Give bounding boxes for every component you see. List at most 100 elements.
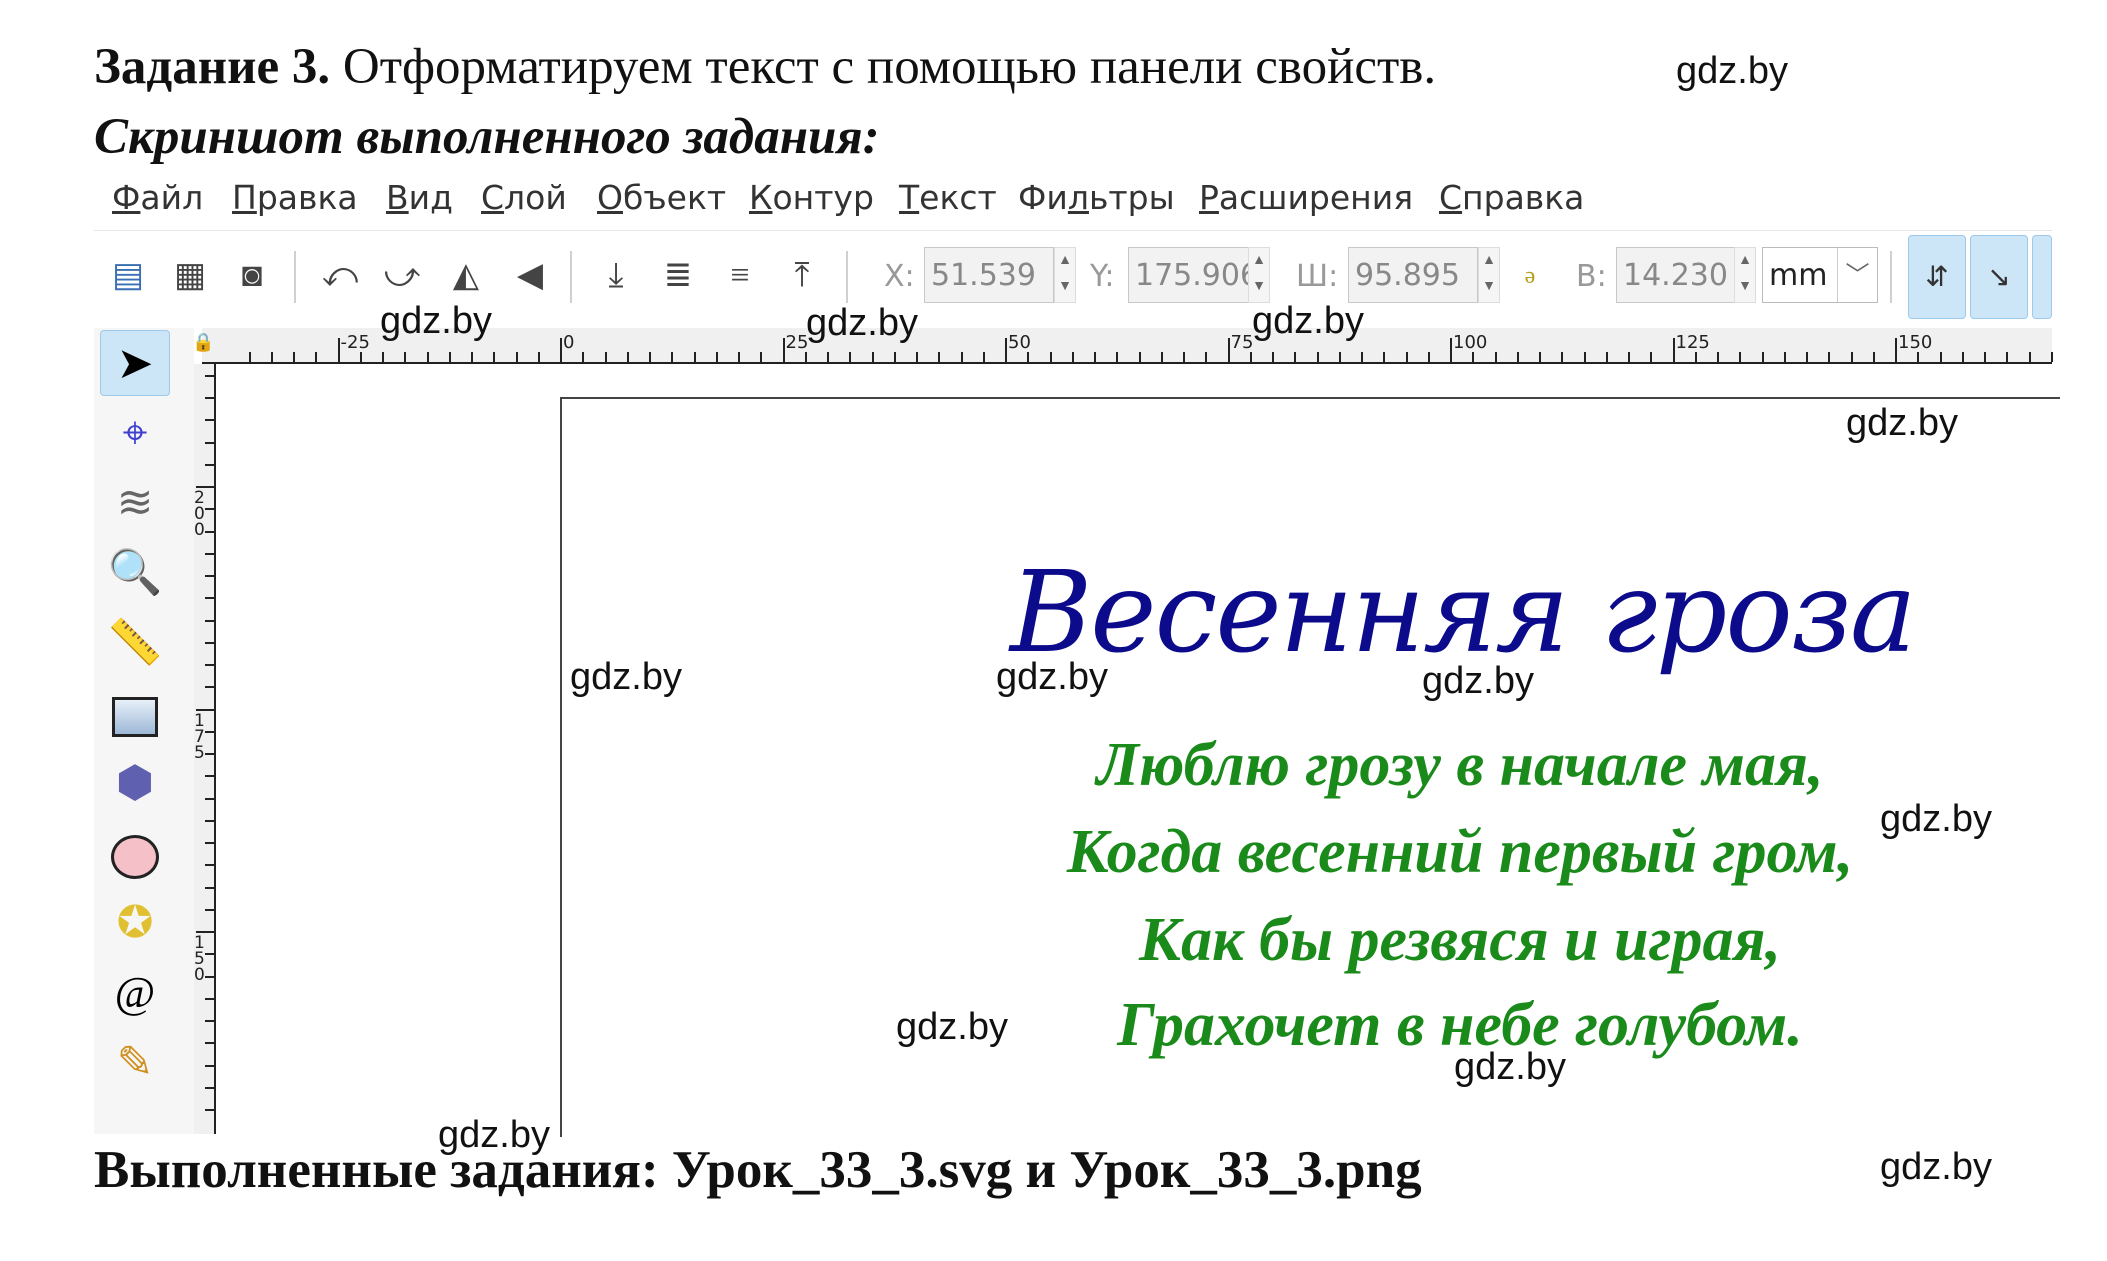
select-tool-icon[interactable]: ➤ bbox=[100, 330, 170, 396]
select-all-icon[interactable]: ▤ bbox=[106, 253, 150, 299]
y-spinner[interactable]: ▲ ▼ bbox=[1248, 247, 1270, 303]
watermark: gdz.by bbox=[438, 1114, 550, 1156]
ruler-label: 175 bbox=[194, 710, 205, 763]
menu-edit[interactable]: Правка bbox=[232, 178, 358, 217]
tweak-tool-icon[interactable]: ≋ bbox=[100, 470, 170, 536]
zoom-tool-icon[interactable]: 🔍 bbox=[100, 540, 170, 606]
poem-heading[interactable]: Весенняя гроза bbox=[1010, 548, 1917, 678]
task-label: Задание 3. bbox=[94, 39, 331, 95]
select-all-in-all-layers-icon[interactable]: ▦ bbox=[168, 253, 212, 299]
ruler-tick bbox=[1516, 352, 1519, 362]
measure-tool-icon[interactable]: 📏 bbox=[100, 610, 170, 676]
watermark: gdz.by bbox=[570, 656, 682, 698]
menu-object[interactable]: Объект bbox=[597, 178, 726, 217]
flip-vertical-icon[interactable]: ◀ bbox=[508, 253, 552, 299]
3d-box-tool-icon[interactable]: ⬢ bbox=[100, 750, 170, 816]
ruler-tick bbox=[1872, 352, 1875, 362]
poem-line[interactable]: Люблю грозу в начале мая, bbox=[860, 730, 2060, 801]
width-field[interactable]: 95.895 bbox=[1348, 247, 1478, 303]
width-spinner[interactable]: ▲ ▼ bbox=[1478, 247, 1500, 303]
ruler-tick bbox=[1071, 352, 1074, 362]
menu-layer[interactable]: Слой bbox=[481, 178, 567, 217]
rotate-ccw-icon[interactable]: ⤺ bbox=[318, 253, 362, 299]
ruler-tick bbox=[1583, 352, 1586, 362]
ruler-tick bbox=[1605, 352, 1608, 362]
ruler-tick bbox=[1383, 352, 1386, 362]
ruler-tick bbox=[1539, 352, 1541, 362]
ruler-tick bbox=[293, 352, 295, 362]
ruler-tick bbox=[1138, 352, 1141, 362]
ruler-tick bbox=[515, 352, 518, 362]
ruler-tick bbox=[604, 352, 607, 362]
ruler-tick bbox=[1895, 338, 1897, 362]
ruler-tick bbox=[205, 842, 214, 844]
ruler-tick bbox=[205, 686, 214, 689]
watermark: gdz.by bbox=[996, 656, 1108, 698]
lock-proportions-icon[interactable]: ə bbox=[1508, 253, 1552, 299]
watermark: gdz.by bbox=[806, 302, 918, 344]
ruler-tick bbox=[493, 352, 496, 362]
lower-to-bottom-icon[interactable]: ⤓ bbox=[594, 253, 638, 299]
menu-path[interactable]: Контур bbox=[749, 178, 874, 217]
menu-bar: Файл Правка Вид Слой Объект Контур Текст… bbox=[94, 178, 2052, 228]
scale-corners-toggle[interactable]: ↘ bbox=[1970, 235, 2028, 319]
star-tool-icon[interactable]: ✪ bbox=[100, 890, 170, 956]
ruler-tick bbox=[1828, 352, 1831, 362]
x-field[interactable]: 51.539 bbox=[924, 247, 1054, 303]
vertical-ruler[interactable]: 200 175 150 bbox=[194, 364, 216, 1134]
ruler-tick bbox=[2050, 352, 2053, 362]
ruler-tick bbox=[1227, 338, 1230, 362]
lower-icon[interactable]: ≣ bbox=[656, 253, 700, 299]
ruler-tick bbox=[1783, 352, 1786, 362]
pencil-tool-icon[interactable]: ✎ bbox=[100, 1030, 170, 1096]
y-field[interactable]: 175.906 bbox=[1128, 247, 1268, 303]
x-spinner[interactable]: ▲ ▼ bbox=[1054, 247, 1076, 303]
ruler-label: 200 bbox=[194, 488, 205, 540]
ruler-label: -25 bbox=[340, 332, 370, 353]
ruler-tick bbox=[693, 352, 696, 362]
ruler-tick bbox=[982, 352, 985, 362]
ruler-tick bbox=[715, 352, 718, 362]
ruler-tick bbox=[205, 619, 214, 622]
rectangle-tool-icon[interactable] bbox=[100, 680, 170, 746]
ruler-tick bbox=[1939, 352, 1942, 362]
deselect-icon[interactable]: ◙ bbox=[230, 253, 274, 299]
ruler-tick bbox=[1005, 338, 1007, 362]
ruler-tick bbox=[1338, 352, 1341, 362]
ruler-tick bbox=[1472, 352, 1475, 362]
move-gradients-toggle[interactable] bbox=[2032, 235, 2052, 319]
ruler-tick bbox=[205, 997, 214, 1000]
ellipse-tool-icon[interactable] bbox=[100, 820, 170, 886]
unit-select[interactable]: mm ﹀ bbox=[1762, 247, 1878, 303]
ruler-tick bbox=[471, 352, 473, 362]
node-tool-icon[interactable]: ⌖ bbox=[100, 400, 170, 466]
ruler-tick bbox=[1316, 352, 1319, 362]
ruler-tick bbox=[1405, 352, 1408, 362]
raise-icon[interactable]: ≡ bbox=[718, 253, 762, 299]
height-field[interactable]: 14.230 bbox=[1616, 247, 1740, 303]
task-text: Отформатируем текст с помощью панели сво… bbox=[342, 39, 1437, 95]
raise-to-top-icon[interactable]: ⤒ bbox=[780, 253, 824, 299]
ruler-tick bbox=[205, 797, 214, 800]
menu-text[interactable]: Текст bbox=[899, 178, 997, 217]
ruler-tick bbox=[1160, 352, 1163, 362]
ruler-tick bbox=[205, 597, 214, 600]
ruler-tick bbox=[1205, 352, 1208, 362]
flip-horizontal-icon[interactable]: ◭ bbox=[444, 253, 488, 299]
menu-view[interactable]: Вид bbox=[386, 178, 453, 217]
menu-help[interactable]: Справка bbox=[1439, 178, 1584, 217]
lock-guides-icon[interactable]: 🔒 bbox=[192, 332, 214, 353]
height-spinner[interactable]: ▲ ▼ bbox=[1734, 247, 1756, 303]
ruler-tick bbox=[827, 352, 829, 362]
rotate-cw-icon[interactable]: ⤻ bbox=[380, 253, 424, 299]
watermark: gdz.by bbox=[1846, 402, 1958, 444]
ruler-tick bbox=[205, 1064, 214, 1067]
menu-extensions[interactable]: Расширения bbox=[1199, 178, 1413, 217]
menu-filters[interactable]: Фильтры bbox=[1018, 178, 1175, 217]
poem-line[interactable]: Как бы резвяся и играя, bbox=[860, 905, 2060, 976]
ruler-tick bbox=[738, 352, 740, 362]
menu-file[interactable]: Файл bbox=[112, 178, 203, 217]
ruler-tick bbox=[205, 819, 214, 822]
scale-stroke-toggle[interactable]: ⇵ bbox=[1908, 235, 1966, 319]
spiral-tool-icon[interactable]: @ bbox=[100, 960, 170, 1026]
